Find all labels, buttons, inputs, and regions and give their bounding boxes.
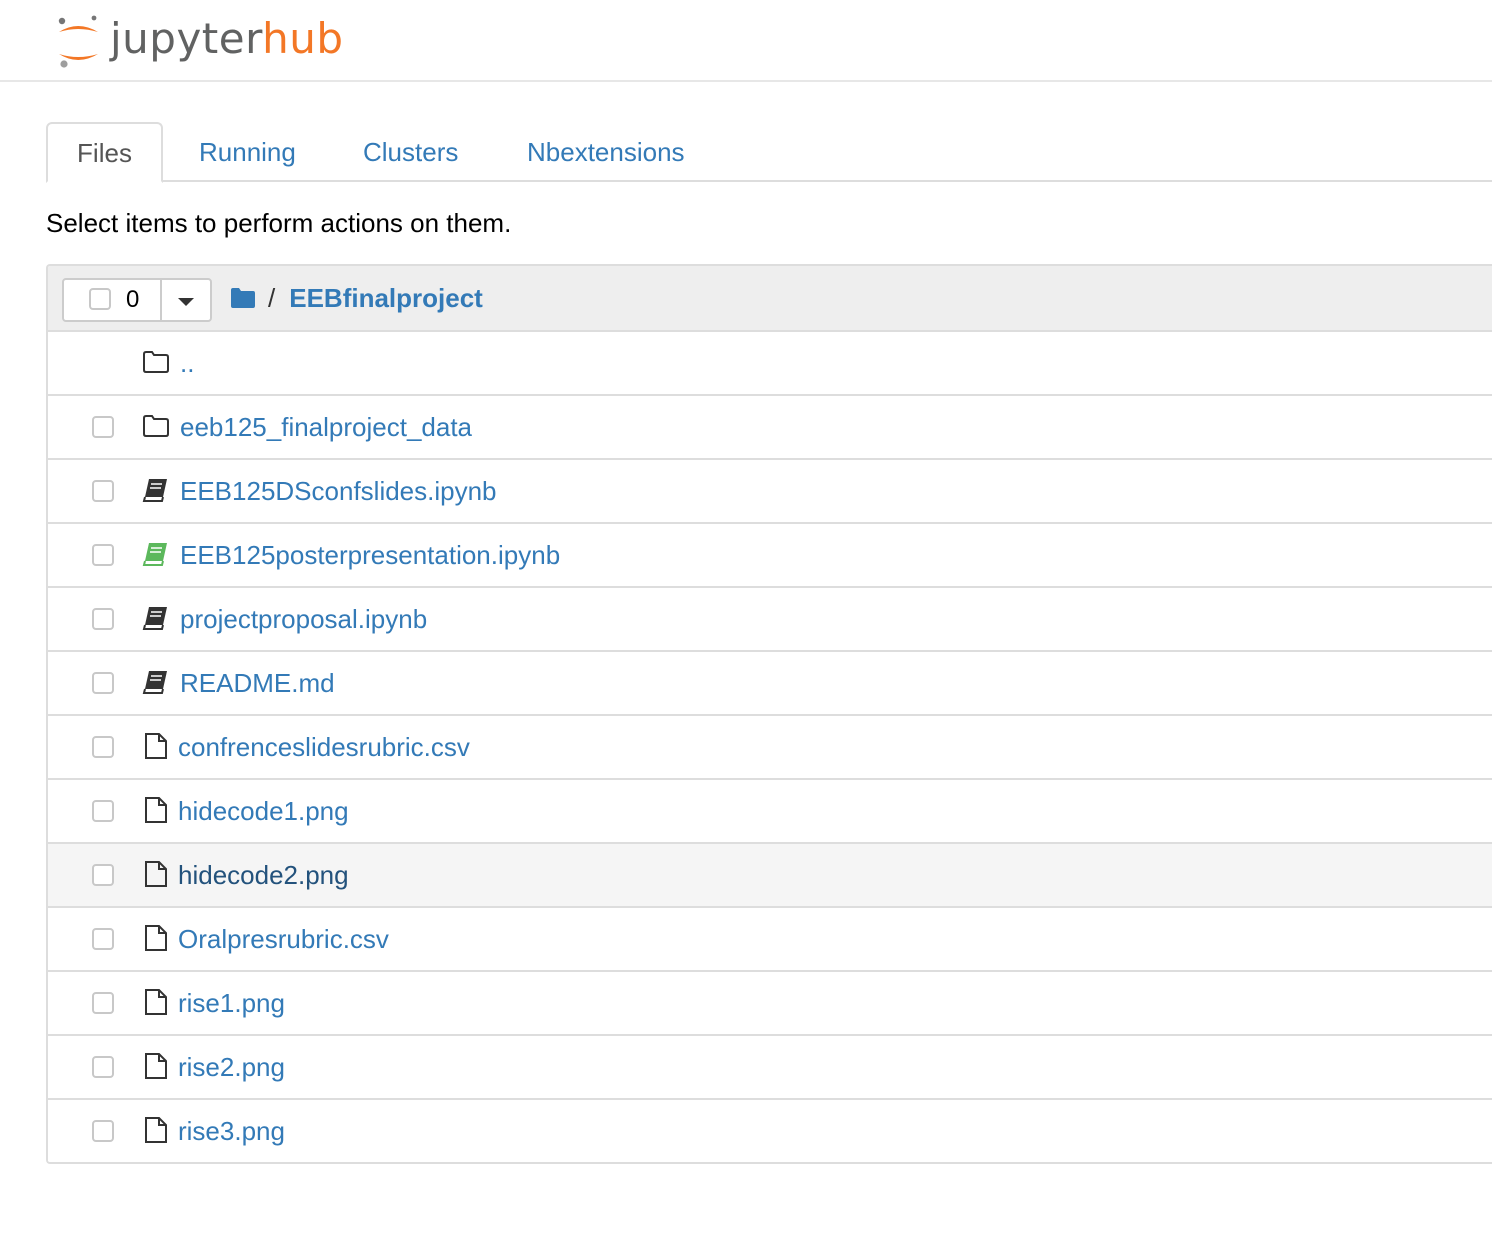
row-checkbox[interactable] [92, 992, 114, 1014]
row-checkbox[interactable] [92, 480, 114, 502]
row-checkbox[interactable] [92, 544, 114, 566]
row-checkbox[interactable] [92, 416, 114, 438]
top-header: jupyterhub [0, 0, 1492, 82]
file-row[interactable]: README.md [48, 652, 1492, 716]
select-all-checkbox[interactable] [89, 288, 111, 310]
item-link[interactable]: rise1.png [178, 972, 285, 1034]
select-all-button[interactable]: 0 [64, 280, 162, 320]
row-checkbox[interactable] [92, 608, 114, 630]
folder-row[interactable]: .. [48, 332, 1492, 396]
row-checkbox[interactable] [92, 672, 114, 694]
item-link[interactable]: EEB125DSconfslides.ipynb [180, 460, 497, 522]
row-checkbox[interactable] [92, 928, 114, 950]
item-link[interactable]: projectproposal.ipynb [180, 588, 427, 650]
tab-nbextensions[interactable]: Nbextensions [527, 122, 685, 182]
notebook-icon [142, 604, 170, 632]
tab-bar: Files Running Clusters Nbextensions [46, 122, 1492, 183]
instructions-text: Select items to perform actions on them. [46, 208, 512, 238]
file-row[interactable]: EEB125posterpresentation.ipynb [48, 524, 1492, 588]
item-link[interactable]: rise3.png [178, 1100, 285, 1162]
logo-word-hub: hub [262, 14, 344, 63]
logo-word-jupyter: jupyter [110, 14, 263, 63]
file-icon [142, 924, 170, 952]
item-link[interactable]: eeb125_finalproject_data [180, 396, 472, 458]
item-link[interactable]: rise2.png [178, 1036, 285, 1098]
notebook-icon [142, 668, 170, 696]
file-icon [142, 1052, 170, 1080]
notebook-icon [142, 476, 170, 504]
file-icon [142, 1116, 170, 1144]
tab-clusters[interactable]: Clusters [363, 122, 458, 182]
select-all-group: 0 [62, 278, 212, 322]
select-dropdown-button[interactable] [162, 280, 210, 320]
item-link[interactable]: Oralpresrubric.csv [178, 908, 389, 970]
file-list-toolbar: 0 / EEBfinalproject [48, 266, 1492, 332]
folder-icon [142, 412, 170, 440]
row-checkbox[interactable] [92, 800, 114, 822]
file-list: 0 / EEBfinalproject .. eeb125_finalprojec… [46, 264, 1492, 1164]
item-link[interactable]: hidecode1.png [178, 780, 349, 842]
file-rows: .. eeb125_finalproject_data EEB125DSconfsl… [48, 332, 1492, 1162]
jupyter-logo-icon [54, 12, 102, 72]
breadcrumb-current-folder[interactable]: EEBfinalproject [289, 283, 483, 314]
tab-running[interactable]: Running [199, 122, 296, 182]
file-row[interactable]: Oralpresrubric.csv [48, 908, 1492, 972]
item-link[interactable]: EEB125posterpresentation.ipynb [180, 524, 560, 586]
tab-files[interactable]: Files [46, 122, 163, 183]
file-row[interactable]: projectproposal.ipynb [48, 588, 1492, 652]
breadcrumb: / EEBfinalproject [230, 280, 483, 316]
item-link[interactable]: confrenceslidesrubric.csv [178, 716, 470, 778]
file-row[interactable]: rise1.png [48, 972, 1492, 1036]
file-row[interactable]: hidecode2.png [48, 844, 1492, 908]
row-checkbox[interactable] [92, 1120, 114, 1142]
item-link[interactable]: hidecode2.png [178, 844, 349, 906]
file-icon [142, 860, 170, 888]
selected-count: 0 [126, 286, 140, 313]
file-row[interactable]: rise3.png [48, 1100, 1492, 1162]
breadcrumb-separator: / [268, 282, 276, 313]
jupyterhub-logo[interactable]: jupyterhub [54, 12, 344, 72]
item-link[interactable]: .. [180, 332, 194, 394]
folder-row[interactable]: eeb125_finalproject_data [48, 396, 1492, 460]
row-checkbox[interactable] [92, 736, 114, 758]
item-link[interactable]: README.md [180, 652, 335, 714]
file-row[interactable]: rise2.png [48, 1036, 1492, 1100]
file-row[interactable]: confrenceslidesrubric.csv [48, 716, 1492, 780]
logo-wordmark: jupyterhub [110, 18, 344, 60]
folder-icon [142, 348, 170, 376]
file-row[interactable]: hidecode1.png [48, 780, 1492, 844]
file-icon [142, 988, 170, 1016]
file-row[interactable]: EEB125DSconfslides.ipynb [48, 460, 1492, 524]
running-notebook-icon [142, 540, 170, 568]
home-folder-icon[interactable] [230, 287, 256, 309]
row-checkbox[interactable] [92, 1056, 114, 1078]
file-icon [142, 796, 170, 824]
row-checkbox[interactable] [92, 864, 114, 886]
file-icon [142, 732, 170, 760]
